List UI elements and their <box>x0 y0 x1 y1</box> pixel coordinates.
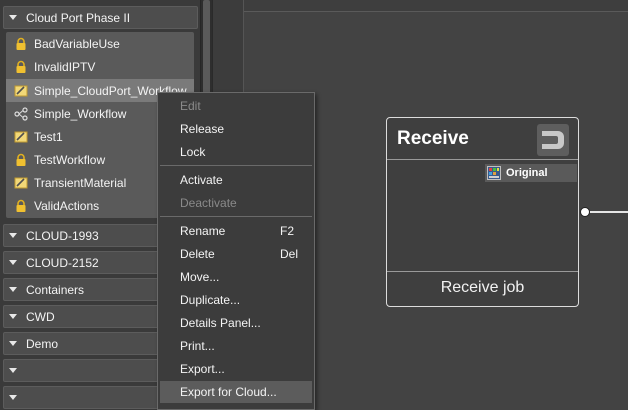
node-divider <box>387 159 578 160</box>
receive-node[interactable]: Receive Original Receive job <box>386 117 579 307</box>
workflow-item[interactable]: InvalidIPTV <box>6 55 194 78</box>
shortcut-label: Del <box>280 247 299 261</box>
folder-label: Demo <box>26 336 59 351</box>
menu-item-rename[interactable]: Rename F2 <box>160 220 312 242</box>
menu-item-activate[interactable]: Activate <box>160 169 312 191</box>
folder-label: CLOUD-1993 <box>26 228 99 243</box>
folder-label: CLOUD-2152 <box>26 255 99 270</box>
menu-item-details-panel[interactable]: Details Panel... <box>160 312 312 334</box>
menu-item-lock[interactable]: Lock <box>160 141 312 163</box>
menu-item-delete[interactable]: Delete Del <box>160 243 312 265</box>
workflow-item[interactable]: BadVariableUse <box>6 32 194 55</box>
lock-icon <box>14 60 28 74</box>
workflow-item-label: BadVariableUse <box>34 36 120 51</box>
output-port[interactable]: Original <box>485 164 577 182</box>
lock-icon <box>14 199 28 213</box>
menu-separator <box>160 216 312 217</box>
menu-item-move[interactable]: Move... <box>160 266 312 288</box>
menu-item-deactivate: Deactivate <box>180 196 237 210</box>
folder-label: CWD <box>26 309 55 324</box>
folder-label: Cloud Port Phase II <box>26 10 131 25</box>
workflow-item-label: ValidActions <box>34 198 100 213</box>
connector-line <box>590 211 628 213</box>
receive-icon <box>536 123 570 157</box>
lock-icon <box>14 37 28 51</box>
pencil-icon <box>14 176 28 190</box>
folder-label: Containers <box>26 282 85 297</box>
chevron-down-icon[interactable] <box>9 15 17 20</box>
port-label: Original <box>506 167 548 179</box>
chevron-down-icon[interactable] <box>9 395 17 400</box>
workflow-item-label: Simple_Workflow <box>34 106 127 121</box>
context-menu: Edit Release Lock Activate Deactivate Re… <box>157 92 315 410</box>
node-footer: Receive job <box>440 279 525 296</box>
menu-item-duplicate[interactable]: Duplicate... <box>160 289 312 311</box>
lock-icon <box>14 153 28 167</box>
menu-item-print[interactable]: Print... <box>160 335 312 357</box>
menu-item-edit: Edit <box>180 99 201 113</box>
workflow-item-label: InvalidIPTV <box>34 59 96 74</box>
node-title: Receive <box>397 128 469 149</box>
workflow-item-label: Test1 <box>34 129 63 144</box>
connector-handle[interactable] <box>580 207 590 217</box>
chevron-down-icon[interactable] <box>9 287 17 292</box>
menu-item-export[interactable]: Export... <box>160 358 312 380</box>
material-icon <box>487 166 501 180</box>
node-divider <box>387 271 578 272</box>
chevron-down-icon[interactable] <box>9 314 17 319</box>
workflow-item-label: TestWorkflow <box>34 152 106 167</box>
workflow-icon <box>14 106 28 121</box>
canvas-toolbar <box>244 0 628 12</box>
pencil-icon <box>14 130 28 144</box>
menu-separator <box>160 165 312 166</box>
chevron-down-icon[interactable] <box>9 341 17 346</box>
shortcut-label: F2 <box>280 224 295 238</box>
chevron-down-icon[interactable] <box>9 233 17 238</box>
workflow-item-label: TransientMaterial <box>34 175 127 190</box>
chevron-down-icon[interactable] <box>9 260 17 265</box>
folder-header-expanded[interactable]: Cloud Port Phase II <box>3 6 198 29</box>
menu-item-release[interactable]: Release <box>160 118 312 140</box>
chevron-down-icon[interactable] <box>9 368 17 373</box>
menu-item-export-for-cloud[interactable]: Export for Cloud... <box>160 381 312 403</box>
pencil-icon <box>14 84 28 98</box>
